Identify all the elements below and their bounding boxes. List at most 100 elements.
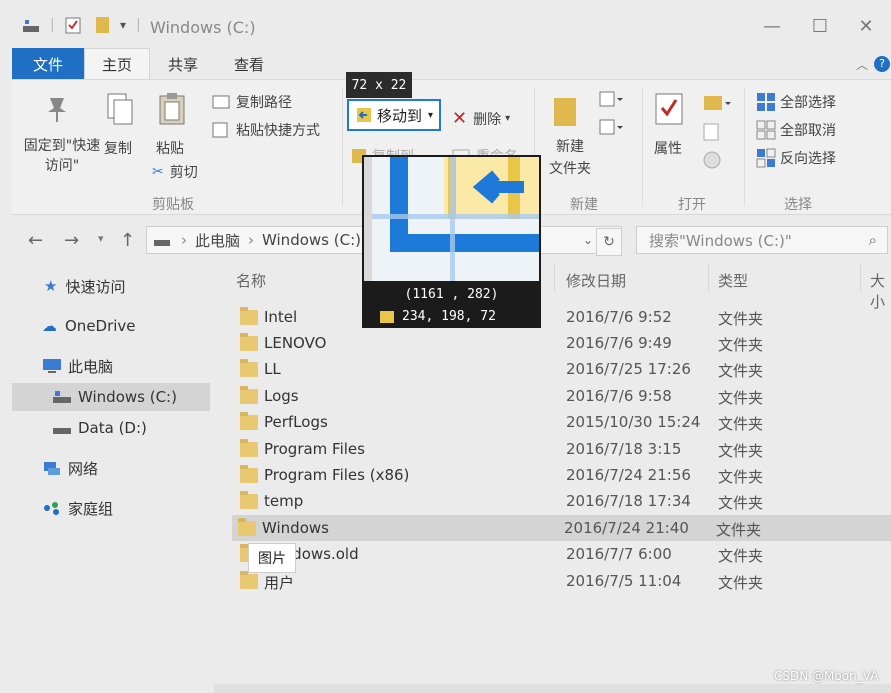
file-row[interactable]: LL 2016/7/25 17:26 文件夹 — [234, 356, 891, 382]
pin-quick-access-button[interactable]: 固定到"快速访问" — [20, 136, 104, 176]
column-header-name[interactable]: 名称 — [236, 270, 266, 291]
nav-drive-d[interactable]: Data (D:) — [52, 414, 147, 442]
folder-icon — [240, 386, 258, 404]
magnified-pixels — [364, 157, 539, 281]
help-icon[interactable]: ? — [872, 48, 891, 80]
chevron-down-icon: ▾ — [428, 109, 434, 121]
file-type: 文件夹 — [718, 389, 764, 407]
file-type: 文件夹 — [718, 336, 764, 354]
file-name: PerfLogs — [264, 413, 328, 431]
collapse-ribbon-icon[interactable]: ︿ — [850, 48, 874, 80]
file-type: 文件夹 — [718, 442, 764, 460]
file-type: 文件夹 — [718, 415, 764, 433]
file-row[interactable]: temp 2016/7/18 17:34 文件夹 — [234, 488, 891, 514]
cut-button[interactable]: ✂ 剪切 — [152, 162, 198, 182]
tab-home[interactable]: 主页 — [84, 48, 150, 80]
horizontal-scrollbar[interactable] — [214, 684, 891, 693]
history-icon[interactable] — [702, 150, 722, 170]
recent-locations-icon[interactable]: ▾ — [98, 232, 104, 245]
nav-label: Windows (C:) — [78, 388, 177, 406]
pin-icon — [44, 94, 70, 124]
open-group-label: 打开 — [678, 197, 706, 213]
file-date: 2016/7/6 9:52 — [566, 308, 672, 326]
file-row[interactable]: Logs 2016/7/6 9:58 文件夹 — [234, 383, 891, 409]
select-none-button[interactable]: 全部取消 — [756, 120, 836, 140]
nav-label: 此电脑 — [68, 357, 114, 376]
properties-quick-icon[interactable] — [64, 14, 82, 36]
open-icon[interactable] — [702, 94, 732, 112]
clipboard-group-label: 剪贴板 — [152, 197, 194, 213]
file-name: Intel — [264, 308, 298, 326]
paste-button[interactable]: 粘贴 — [156, 138, 184, 158]
file-row[interactable]: Intel 2016/7/6 9:52 文件夹 — [234, 304, 891, 330]
easy-access-icon[interactable] — [598, 118, 624, 138]
folder-icon — [238, 518, 256, 536]
new-folder-quick-icon[interactable] — [94, 14, 112, 36]
nav-drive-c[interactable]: Windows (C:) — [12, 383, 210, 411]
select-all-label: 全部选择 — [780, 95, 836, 111]
new-item-icon[interactable] — [598, 90, 624, 110]
cut-label: 剪切 — [169, 165, 198, 181]
refresh-icon[interactable]: ↻ — [596, 228, 622, 256]
properties-button[interactable]: 属性 — [654, 138, 682, 158]
column-header-date[interactable]: 修改日期 — [566, 270, 626, 291]
tab-view[interactable]: 查看 — [218, 48, 280, 80]
file-row[interactable]: 用户 2016/7/5 11:04 文件夹 — [234, 568, 891, 594]
folder-icon — [240, 439, 258, 457]
delete-button[interactable]: ✕ 删除 ▾ — [452, 108, 510, 129]
file-date: 2016/7/24 21:56 — [566, 466, 691, 484]
file-row-selected[interactable]: Windows 2016/7/24 21:40 文件夹 — [232, 515, 891, 541]
file-name: temp — [264, 492, 304, 510]
drive-icon — [53, 391, 71, 403]
homegroup-icon — [44, 502, 59, 515]
invert-selection-button[interactable]: 反向选择 — [756, 148, 836, 168]
maximize-button[interactable]: ☐ — [806, 12, 834, 40]
select-all-button[interactable]: 全部选择 — [756, 92, 836, 112]
new-folder-button[interactable]: 新建 文件夹 — [542, 136, 598, 180]
file-row[interactable]: Program Files 2016/7/18 3:15 文件夹 — [234, 436, 891, 462]
nav-this-pc[interactable]: 此电脑 — [42, 352, 113, 380]
file-type: 文件夹 — [718, 310, 764, 328]
up-arrow-icon[interactable]: ↑ — [120, 230, 135, 251]
window-title: Windows (C:) — [150, 18, 256, 37]
forward-arrow-icon[interactable]: → — [64, 230, 79, 251]
file-row[interactable]: Windows.old 2016/7/7 6:00 文件夹 — [234, 541, 891, 567]
file-date: 2016/7/24 21:40 — [564, 519, 689, 537]
move-to-button[interactable]: 移动到 ▾ — [347, 99, 441, 131]
copy-button[interactable]: 复制 — [104, 138, 132, 158]
paste-shortcut-button[interactable]: 粘贴快捷方式 — [212, 120, 320, 140]
color-swatch — [380, 310, 394, 323]
nav-quick-access[interactable]: ★ 快速访问 — [44, 272, 125, 300]
file-list: 名称 修改日期 类型 大小 Intel 2016/7/6 9:52 文件夹 LENO… — [214, 262, 891, 693]
column-header-type[interactable]: 类型 — [718, 270, 748, 291]
ribbon-tabs: 文件 主页 共享 查看 ︿ ? — [0, 48, 891, 80]
nav-network[interactable]: 网络 — [42, 454, 98, 482]
nav-homegroup[interactable]: 家庭组 — [42, 494, 113, 522]
customize-quick-access-icon[interactable]: ▾ — [120, 14, 126, 36]
cursor-coordinates: (1161 , 282) — [404, 287, 499, 302]
file-type: 文件夹 — [718, 362, 764, 380]
close-button[interactable]: ✕ — [852, 12, 880, 40]
file-row[interactable]: Program Files (x86) 2016/7/24 21:56 文件夹 — [234, 462, 891, 488]
watermark: CSDN @Moon_VA — [774, 669, 879, 683]
new-group-label: 新建 — [570, 197, 598, 213]
copy-path-button[interactable]: 复制路径 — [212, 92, 292, 112]
edit-icon[interactable] — [702, 122, 722, 142]
back-arrow-icon[interactable]: ← — [28, 230, 43, 251]
file-row[interactable]: LENOVO 2016/7/6 9:49 文件夹 — [234, 330, 891, 356]
file-name: Logs — [264, 387, 299, 405]
breadcrumb-drive[interactable]: Windows (C:) — [262, 231, 361, 249]
search-input[interactable]: 搜索"Windows (C:)" ⌕ — [636, 226, 888, 254]
properties-icon — [654, 92, 684, 126]
tab-share[interactable]: 共享 — [152, 48, 214, 80]
tab-file[interactable]: 文件 — [12, 48, 84, 80]
paste-icon — [158, 92, 186, 126]
nav-label: 网络 — [68, 459, 99, 478]
nav-onedrive[interactable]: ☁ OneDrive — [42, 312, 136, 340]
breadcrumb-this-pc[interactable]: 此电脑 — [195, 230, 240, 251]
address-dropdown-icon[interactable]: ⌄ — [583, 233, 593, 247]
group-separator — [744, 88, 745, 206]
file-row[interactable]: PerfLogs 2015/10/30 15:24 文件夹 — [234, 409, 891, 435]
minimize-button[interactable]: — — [758, 12, 786, 40]
file-date: 2016/7/6 9:49 — [566, 334, 672, 352]
